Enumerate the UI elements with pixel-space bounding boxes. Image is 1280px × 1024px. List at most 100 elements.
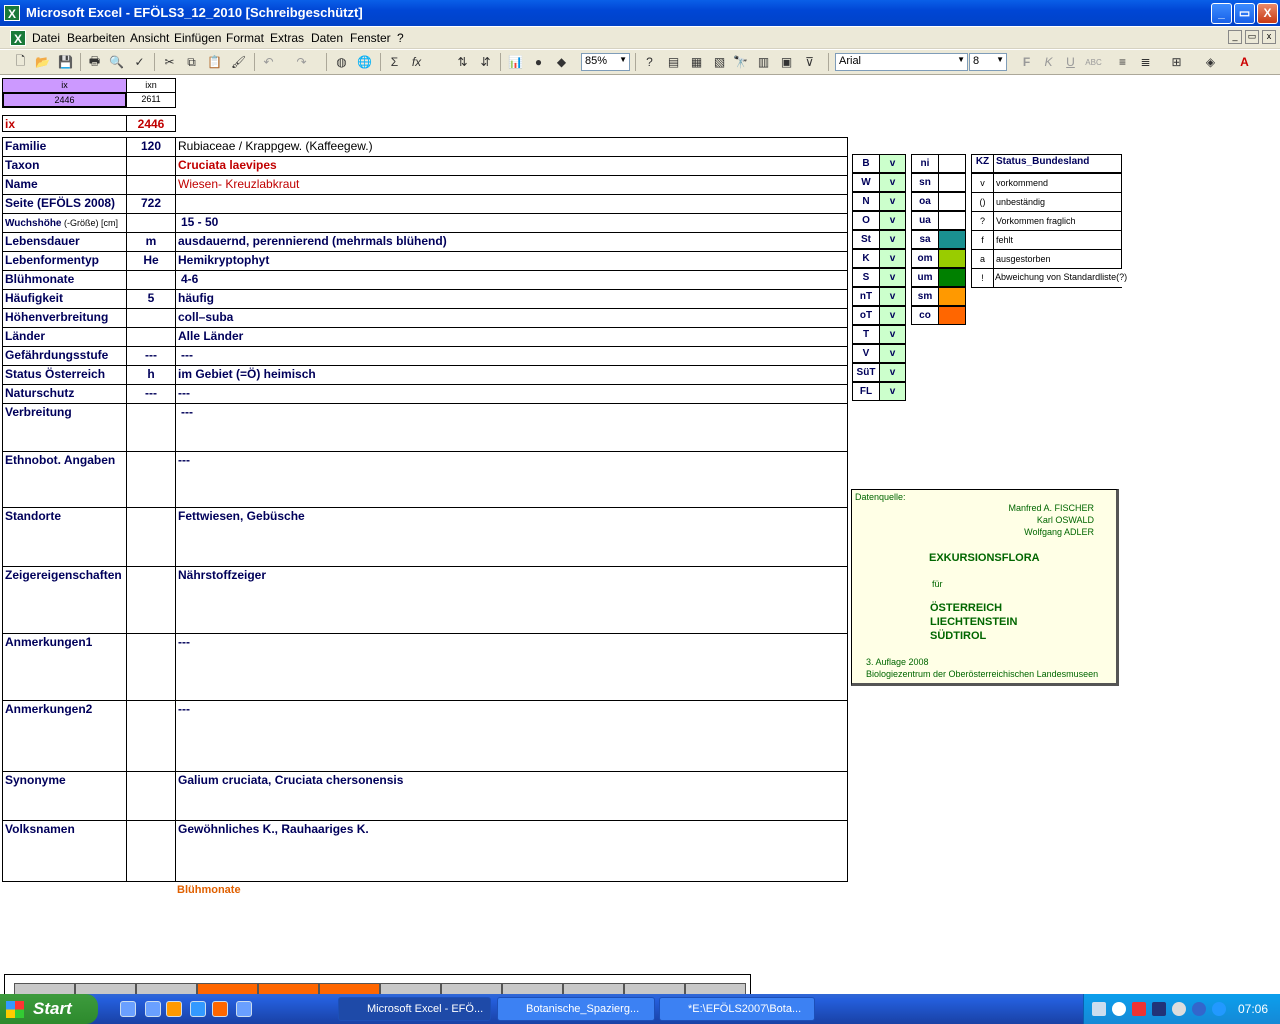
strikethrough-icon[interactable]: ABC: [1085, 54, 1102, 70]
quicklaunch-6-icon[interactable]: [236, 1001, 252, 1017]
altitude-color-swatch[interactable]: [938, 306, 966, 325]
menu-daten[interactable]: Daten: [311, 31, 343, 45]
row-value[interactable]: Fettwiesen, Gebüsche: [175, 507, 848, 567]
state-status[interactable]: v: [879, 173, 906, 192]
row-value[interactable]: häufig: [175, 289, 848, 309]
row-code[interactable]: [126, 451, 176, 508]
state-status[interactable]: v: [879, 154, 906, 173]
altitude-color-swatch[interactable]: [938, 268, 966, 287]
state-status[interactable]: v: [879, 230, 906, 249]
quicklaunch-3-icon[interactable]: [166, 1001, 182, 1017]
menu-help[interactable]: ?: [397, 31, 404, 45]
row-code[interactable]: [126, 633, 176, 701]
minimize-button[interactable]: _: [1211, 3, 1232, 24]
spellcheck-icon[interactable]: ✓: [131, 54, 148, 70]
row-code[interactable]: 722: [126, 194, 176, 214]
menu-einfuegen[interactable]: Einfügen: [174, 31, 221, 45]
state-status[interactable]: v: [879, 211, 906, 230]
task-folder[interactable]: Botanische_Spazierg...: [497, 997, 655, 1021]
row-code[interactable]: [126, 820, 176, 882]
task-excel[interactable]: Microsoft Excel - EFÖ...: [338, 997, 491, 1021]
tray-search-icon[interactable]: [1112, 1002, 1126, 1016]
format-painter-icon[interactable]: 🖌: [230, 54, 247, 70]
row-value[interactable]: Rubiaceae / Krappgew. (Kaffeegew.): [175, 137, 848, 157]
sort-asc-icon[interactable]: ⇅: [454, 54, 471, 70]
state-status[interactable]: v: [879, 382, 906, 401]
chart-wizard-icon[interactable]: 📊: [507, 54, 524, 70]
tray-info-icon[interactable]: [1192, 1002, 1206, 1016]
doc-minimize-button[interactable]: _: [1228, 30, 1242, 44]
state-status[interactable]: v: [879, 325, 906, 344]
font-color-icon[interactable]: A: [1236, 54, 1253, 70]
redo-icon[interactable]: ↷: [293, 54, 310, 70]
row-code[interactable]: [126, 213, 176, 233]
new-icon[interactable]: 🗋: [12, 54, 29, 70]
borders-icon[interactable]: ⊞: [1168, 54, 1185, 70]
autofilter-icon[interactable]: ⊽: [801, 54, 818, 70]
altitude-color-swatch[interactable]: [938, 287, 966, 306]
hyperlink-icon[interactable]: 🌐: [356, 54, 373, 70]
toolbar-extra-5-icon[interactable]: ▣: [778, 54, 795, 70]
drawing-icon[interactable]: ◆: [553, 54, 570, 70]
tray-a-icon[interactable]: [1212, 1002, 1226, 1016]
toolbar-extra-3-icon[interactable]: ▧: [711, 54, 728, 70]
autosum-icon[interactable]: Σ: [386, 54, 403, 70]
row-code[interactable]: [126, 327, 176, 347]
fill-color-icon[interactable]: ◈: [1202, 54, 1219, 70]
find-icon[interactable]: 🔭: [732, 54, 749, 70]
menu-fenster[interactable]: Fenster: [350, 31, 391, 45]
tray-shield-icon[interactable]: [1152, 1002, 1166, 1016]
state-status[interactable]: v: [879, 306, 906, 325]
row-value[interactable]: Wiesen- Kreuzlabkraut: [175, 175, 848, 195]
task-editor[interactable]: *E:\EFÖLS2007\Bota...: [659, 997, 815, 1021]
row-code[interactable]: [126, 771, 176, 821]
row-code[interactable]: [126, 403, 176, 452]
row-value[interactable]: ---: [175, 451, 848, 508]
altitude-color-swatch[interactable]: [938, 173, 966, 192]
open-icon[interactable]: 📂: [34, 54, 51, 70]
copy-icon[interactable]: ⧉: [183, 54, 200, 70]
ix-value-cell[interactable]: 2446: [2, 92, 127, 108]
row-code[interactable]: [126, 507, 176, 567]
state-status[interactable]: v: [879, 287, 906, 306]
paste-icon[interactable]: 📋: [206, 54, 223, 70]
maximize-button[interactable]: ▭: [1234, 3, 1255, 24]
row-code[interactable]: [126, 566, 176, 634]
row-code[interactable]: [126, 700, 176, 772]
menu-bearbeiten[interactable]: Bearbeiten: [67, 31, 125, 45]
row-value[interactable]: 15 - 50: [175, 213, 848, 233]
row-value[interactable]: Galium cruciata, Cruciata chersonensis: [175, 771, 848, 821]
workbook-icon[interactable]: X: [10, 30, 26, 46]
altitude-color-swatch[interactable]: [938, 249, 966, 268]
align-center-icon[interactable]: ≣: [1137, 54, 1154, 70]
row-code[interactable]: 120: [126, 137, 176, 157]
web-icon[interactable]: ◍: [333, 54, 350, 70]
row-value[interactable]: ---: [175, 700, 848, 772]
font-size-select[interactable]: 8 ▼: [969, 53, 1007, 71]
altitude-color-swatch[interactable]: [938, 230, 966, 249]
italic-icon[interactable]: K: [1040, 54, 1057, 70]
state-status[interactable]: v: [879, 268, 906, 287]
row-code[interactable]: h: [126, 365, 176, 385]
row-value[interactable]: im Gebiet (=Ö) heimisch: [175, 365, 848, 385]
tray-security-icon[interactable]: [1132, 1002, 1146, 1016]
row-value[interactable]: ausdauernd, perennierend (mehrmals blühe…: [175, 232, 848, 252]
save-icon[interactable]: 💾: [57, 54, 74, 70]
align-left-icon[interactable]: ≡: [1114, 54, 1131, 70]
row-code[interactable]: [126, 175, 176, 195]
state-status[interactable]: v: [879, 249, 906, 268]
state-status[interactable]: v: [879, 363, 906, 382]
help-icon[interactable]: ?: [641, 54, 658, 70]
row-value[interactable]: 4-6: [175, 270, 848, 290]
tray-network-icon[interactable]: [1092, 1002, 1106, 1016]
row-value[interactable]: Alle Länder: [175, 327, 848, 347]
ixn-value-cell[interactable]: 2611: [126, 92, 176, 108]
row-value[interactable]: Nährstoffzeiger: [175, 566, 848, 634]
toolbar-extra-1-icon[interactable]: ▤: [665, 54, 682, 70]
function-icon[interactable]: fx: [408, 54, 425, 70]
toolbar-extra-2-icon[interactable]: ▦: [688, 54, 705, 70]
row-value[interactable]: coll–suba: [175, 308, 848, 328]
row-value[interactable]: Cruciata laevipes: [175, 156, 848, 176]
row-value[interactable]: ---: [175, 633, 848, 701]
row-value[interactable]: ---: [175, 403, 848, 452]
